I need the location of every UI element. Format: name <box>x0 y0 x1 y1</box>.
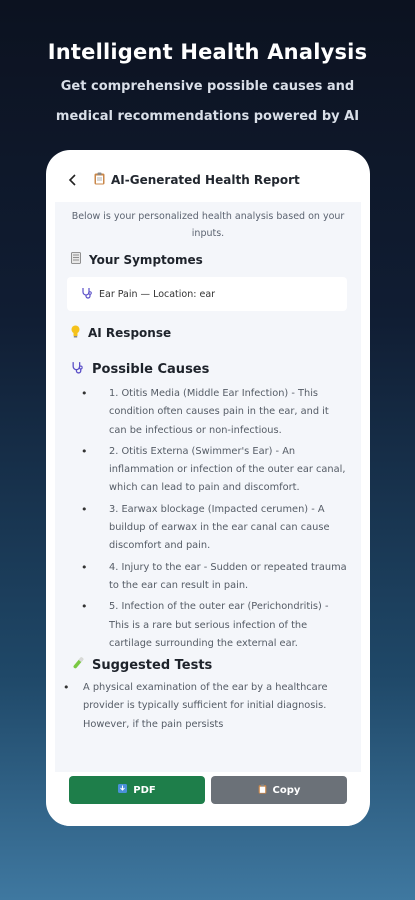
pdf-button[interactable]: PDF <box>69 776 205 804</box>
hero-title: Intelligent Health Analysis <box>47 40 368 64</box>
causes-list: • 1. Otitis Media (Middle Ear Infection) … <box>55 385 361 653</box>
action-bar: PDF Copy <box>55 772 361 826</box>
list-item: • 2. Otitis Externa (Swimmer's Ear) - An … <box>81 444 346 494</box>
list-item: • 5. Infection of the outer ear (Perichon… <box>81 600 329 649</box>
tests-list: • A physical examination of the ear by a … <box>55 679 361 734</box>
test-tube-icon <box>71 656 84 673</box>
copy-button[interactable]: Copy <box>211 776 347 804</box>
intro-text: Below is your personalized health analys… <box>71 211 345 239</box>
symptom-card: Ear Pain — Location: ear <box>67 277 347 311</box>
pdf-button-label: PDF <box>133 784 156 796</box>
copy-button-label: Copy <box>272 784 301 796</box>
top-bar: AI-Generated Health Report <box>46 150 370 210</box>
back-arrow-icon[interactable] <box>68 173 82 187</box>
phone-screen: AI-Generated Health Report Below is your… <box>46 150 370 826</box>
ai-response-heading-text: AI Response <box>88 326 172 340</box>
list-item: • 3. Earwax blockage (Impacted cerumen) -… <box>81 502 330 552</box>
causes-heading: Possible Causes <box>55 361 361 377</box>
causes-heading-text: Possible Causes <box>92 361 210 377</box>
symptoms-heading-text: Your Symptomes <box>89 252 203 267</box>
tests-heading: Suggested Tests <box>55 656 361 673</box>
list-item: • 4. Injury to the ear - Sudden or repeat… <box>81 560 347 591</box>
report-title-text: AI-Generated Health Report <box>111 173 300 187</box>
clipboard-icon <box>258 783 267 797</box>
ai-response-heading: AI Response <box>55 325 361 341</box>
symptoms-heading: Your Symptomes <box>55 252 361 267</box>
clipboard-icon <box>94 172 105 188</box>
download-icon <box>118 784 128 796</box>
report-title: AI-Generated Health Report <box>94 172 300 188</box>
symptom-entry: Ear Pain — Location: ear <box>99 288 216 300</box>
report-content[interactable]: Below is your personalized health analys… <box>55 202 361 772</box>
hero-subtitle: Get comprehensive possible causes and me… <box>55 79 360 124</box>
stethoscope-icon <box>81 287 93 302</box>
tests-heading-text: Suggested Tests <box>92 657 213 673</box>
list-item: • A physical examination of the ear by a … <box>63 681 328 730</box>
list-item: • 1. Otitis Media (Middle Ear Infection) … <box>81 387 329 436</box>
stethoscope-icon <box>71 361 84 377</box>
lightbulb-icon <box>71 325 80 341</box>
notepad-icon <box>71 252 81 267</box>
